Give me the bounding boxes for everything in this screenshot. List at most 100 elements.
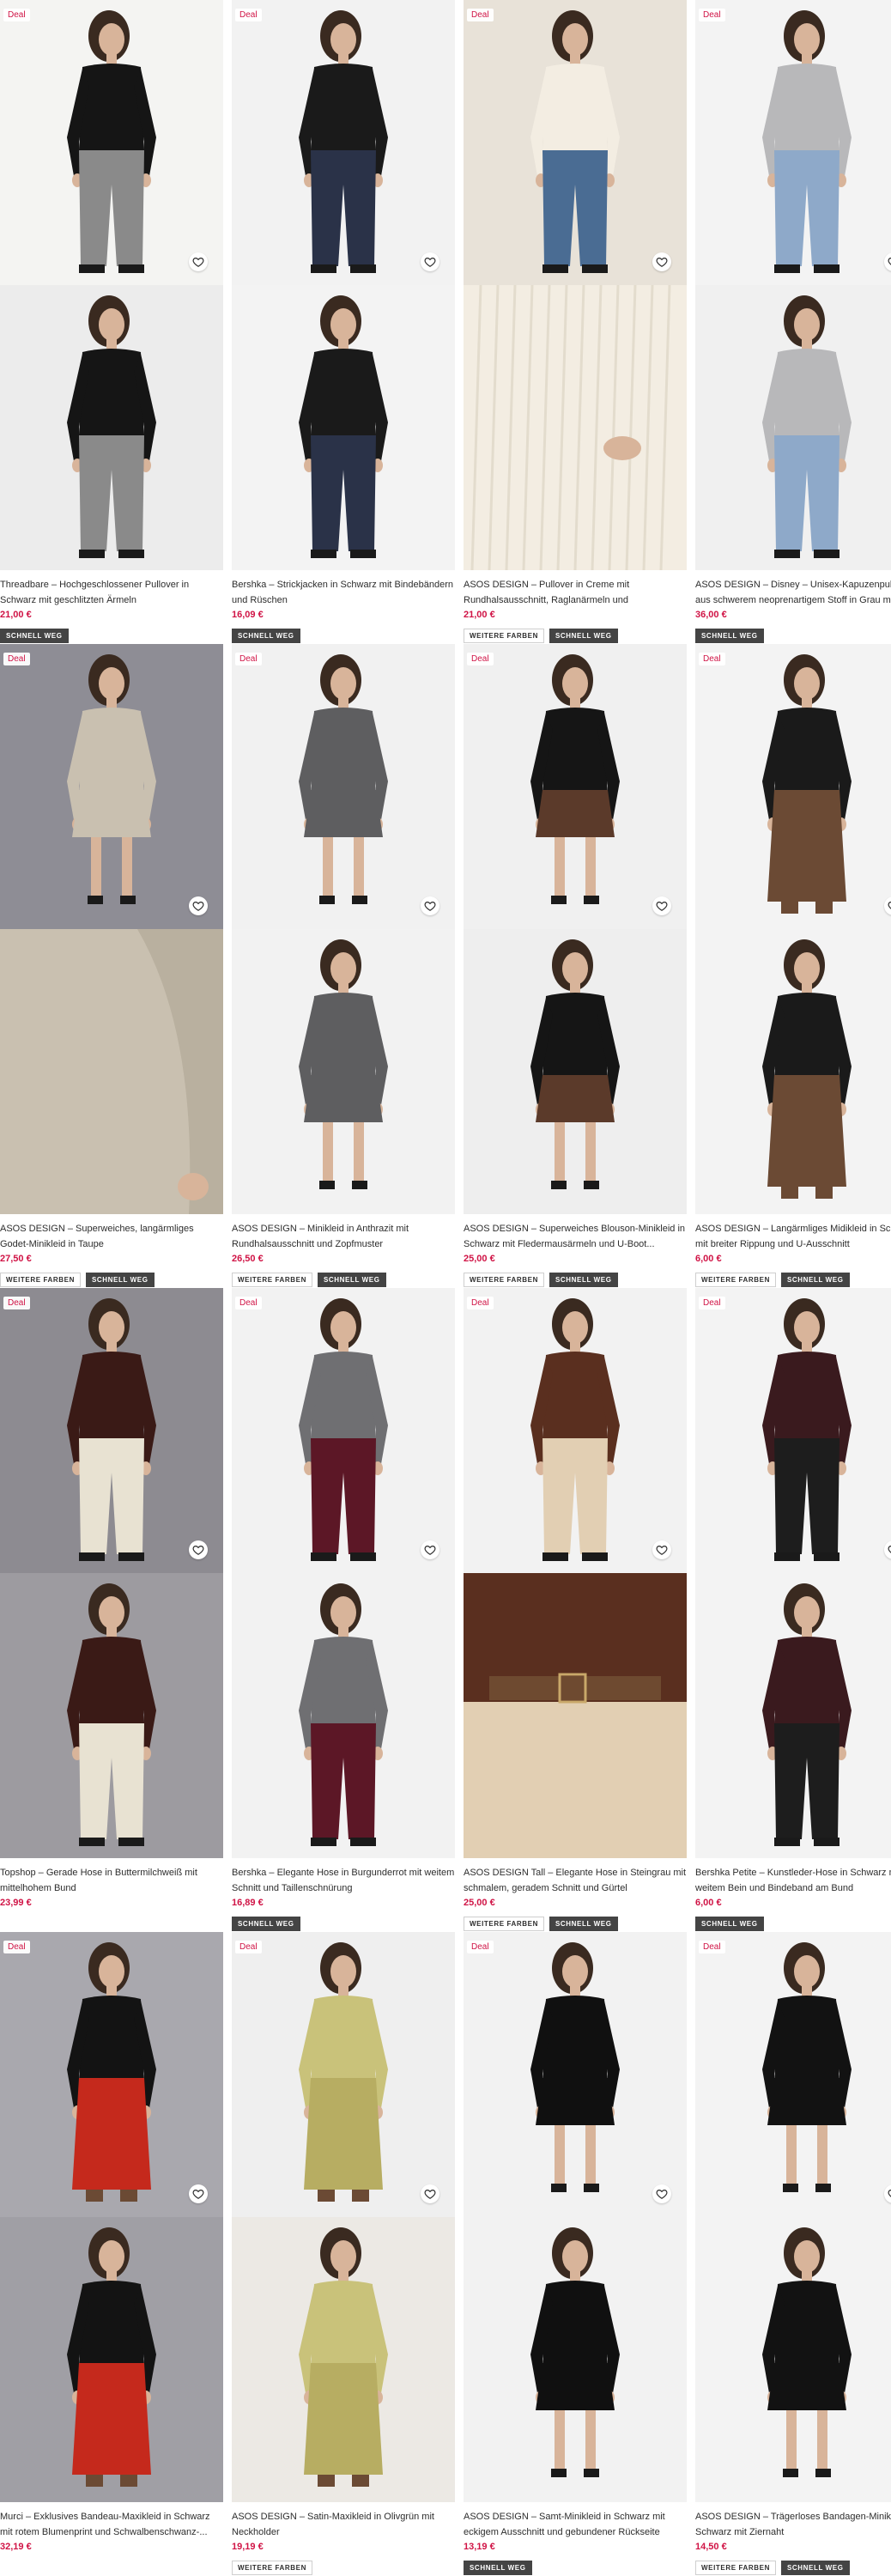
product-card[interactable]: Deal ASOS DESIGN – Disney – Unisex-Kapuze… (695, 0, 891, 644)
save-for-later-button[interactable] (189, 2184, 208, 2203)
product-image-primary[interactable] (695, 644, 891, 929)
save-for-later-button[interactable] (421, 896, 439, 915)
product-card[interactable]: Deal ASOS DESIGN – Superweiches Blouson-M… (464, 644, 687, 1288)
product-image-secondary[interactable] (0, 2217, 223, 2502)
product-image-secondary[interactable] (232, 929, 455, 1214)
product-card[interactable]: Deal ASOS DESIGN – Trägerloses Bandagen-M… (695, 1932, 891, 2576)
product-card[interactable]: Deal Bershka – Strickjacken in Schwarz mi… (232, 0, 455, 644)
product-image-primary[interactable] (464, 1288, 687, 1573)
save-for-later-button[interactable] (421, 1540, 439, 1559)
product-card[interactable]: Deal ASOS DESIGN – Pullover in Creme mit … (464, 0, 687, 644)
product-image-secondary[interactable] (464, 2217, 687, 2502)
product-image-primary[interactable] (232, 0, 455, 285)
product-price: 25,00 € (464, 1254, 495, 1264)
save-for-later-button[interactable] (421, 2184, 439, 2203)
product-badges: WEITERE FARBEN SCHNELL WEG (464, 629, 618, 643)
product-image-primary[interactable] (232, 1932, 455, 2217)
deal-badge: Deal (3, 9, 30, 21)
product-image-primary[interactable] (464, 644, 687, 929)
heart-icon (656, 1546, 668, 1555)
product-price: 27,50 € (0, 1254, 32, 1264)
product-title[interactable]: ASOS DESIGN – Disney – Unisex-Kapuzenpul… (695, 577, 891, 608)
selling-fast-badge: SCHNELL WEG (549, 1273, 618, 1287)
product-price: 6,00 € (695, 1898, 722, 1908)
product-image-secondary[interactable] (695, 285, 891, 570)
product-image-primary[interactable] (464, 0, 687, 285)
more-colours-badge: WEITERE FARBEN (232, 1273, 312, 1287)
product-badges: SCHNELL WEG (0, 629, 69, 643)
product-card[interactable]: Deal ASOS DESIGN Tall – Elegante Hose in … (464, 1288, 687, 1932)
product-card[interactable]: Deal ASOS DESIGN – Minikleid in Anthrazit… (232, 644, 455, 1288)
product-image-secondary[interactable] (464, 929, 687, 1214)
product-title[interactable]: Bershka Petite – Kunstleder-Hose in Schw… (695, 1865, 891, 1896)
product-image-secondary[interactable] (232, 285, 455, 570)
product-image-primary[interactable] (0, 1932, 223, 2217)
product-title[interactable]: Murci – Exklusives Bandeau-Maxikleid in … (0, 2509, 223, 2540)
product-image-secondary[interactable] (695, 2217, 891, 2502)
product-card[interactable]: Deal ASOS DESIGN – Satin-Maxikleid in Oli… (232, 1932, 455, 2576)
product-image-secondary[interactable] (464, 285, 687, 570)
product-image-primary[interactable] (0, 0, 223, 285)
product-card[interactable]: Deal Threadbare – Hochgeschlossener Pullo… (0, 0, 223, 644)
heart-icon (192, 1546, 204, 1555)
heart-icon (656, 2190, 668, 2199)
product-image-primary[interactable] (695, 0, 891, 285)
save-for-later-button[interactable] (652, 896, 671, 915)
product-title[interactable]: ASOS DESIGN – Pullover in Creme mit Rund… (464, 577, 687, 608)
product-image-secondary[interactable] (695, 1573, 891, 1858)
product-image-secondary[interactable] (464, 1573, 687, 1858)
product-image-primary[interactable] (0, 644, 223, 929)
product-image-primary[interactable] (695, 1932, 891, 2217)
product-title[interactable]: ASOS DESIGN – Superweiches, langärmliges… (0, 1221, 223, 1252)
product-card[interactable]: Deal Murci – Exklusives Bandeau-Maxikleid… (0, 1932, 223, 2576)
product-image-primary[interactable] (232, 1288, 455, 1573)
save-for-later-button[interactable] (652, 1540, 671, 1559)
heart-icon (888, 902, 891, 909)
product-price: 23,99 € (0, 1898, 32, 1908)
save-for-later-button[interactable] (652, 2184, 671, 2203)
product-image-secondary[interactable] (232, 1573, 455, 1858)
selling-fast-badge: SCHNELL WEG (317, 1273, 386, 1287)
product-badges: WEITERE FARBEN SCHNELL WEG (464, 1273, 618, 1287)
product-title[interactable]: ASOS DESIGN – Minikleid in Anthrazit mit… (232, 1221, 455, 1252)
product-image-primary[interactable] (695, 1288, 891, 1573)
deal-badge: Deal (699, 1941, 725, 1953)
product-image-primary[interactable] (0, 1288, 223, 1573)
product-card[interactable]: Deal ASOS DESIGN – Superweiches, langärml… (0, 644, 223, 1288)
product-title[interactable]: ASOS DESIGN – Trägerloses Bandagen-Minik… (695, 2509, 891, 2540)
product-title[interactable]: Topshop – Gerade Hose in Buttermilchweiß… (0, 1865, 223, 1896)
deal-badge: Deal (699, 9, 725, 21)
more-colours-badge: WEITERE FARBEN (464, 629, 544, 643)
heart-icon (192, 258, 204, 267)
product-title[interactable]: Threadbare – Hochgeschlossener Pullover … (0, 577, 223, 608)
product-card[interactable]: Deal Bershka – Elegante Hose in Burgunder… (232, 1288, 455, 1932)
product-image-secondary[interactable] (695, 929, 891, 1214)
product-title[interactable]: ASOS DESIGN – Satin-Maxikleid in Olivgrü… (232, 2509, 455, 2540)
product-title[interactable]: ASOS DESIGN – Samt-Minikleid in Schwarz … (464, 2509, 687, 2540)
product-title[interactable]: ASOS DESIGN Tall – Elegante Hose in Stei… (464, 1865, 687, 1896)
product-card[interactable]: Deal ASOS DESIGN – Samt-Minikleid in Schw… (464, 1932, 687, 2576)
product-image-primary[interactable] (464, 1932, 687, 2217)
product-image-secondary[interactable] (0, 1573, 223, 1858)
product-image-secondary[interactable] (232, 2217, 455, 2502)
product-title[interactable]: Bershka – Elegante Hose in Burgunderrot … (232, 1865, 455, 1896)
save-for-later-button[interactable] (189, 252, 208, 271)
product-image-secondary[interactable] (0, 285, 223, 570)
product-title[interactable]: Bershka – Strickjacken in Schwarz mit Bi… (232, 577, 455, 608)
deal-badge: Deal (699, 1297, 725, 1309)
save-for-later-button[interactable] (189, 896, 208, 915)
product-title[interactable]: ASOS DESIGN – Superweiches Blouson-Minik… (464, 1221, 687, 1252)
heart-icon (656, 902, 668, 911)
product-title[interactable]: ASOS DESIGN – Langärmliges Midikleid in … (695, 1221, 891, 1252)
product-image-primary[interactable] (232, 644, 455, 929)
product-image-secondary[interactable] (0, 929, 223, 1214)
product-card[interactable]: Deal Topshop – Gerade Hose in Buttermilch… (0, 1288, 223, 1932)
heart-icon (424, 2190, 436, 2199)
product-card[interactable]: Deal Bershka Petite – Kunstleder-Hose in … (695, 1288, 891, 1932)
save-for-later-button[interactable] (421, 252, 439, 271)
product-card[interactable]: Deal ASOS DESIGN – Langärmliges Midikleid… (695, 644, 891, 1288)
save-for-later-button[interactable] (652, 252, 671, 271)
product-badges: WEITERE FARBEN SCHNELL WEG (695, 1273, 850, 1287)
save-for-later-button[interactable] (189, 1540, 208, 1559)
deal-badge: Deal (467, 1297, 494, 1309)
